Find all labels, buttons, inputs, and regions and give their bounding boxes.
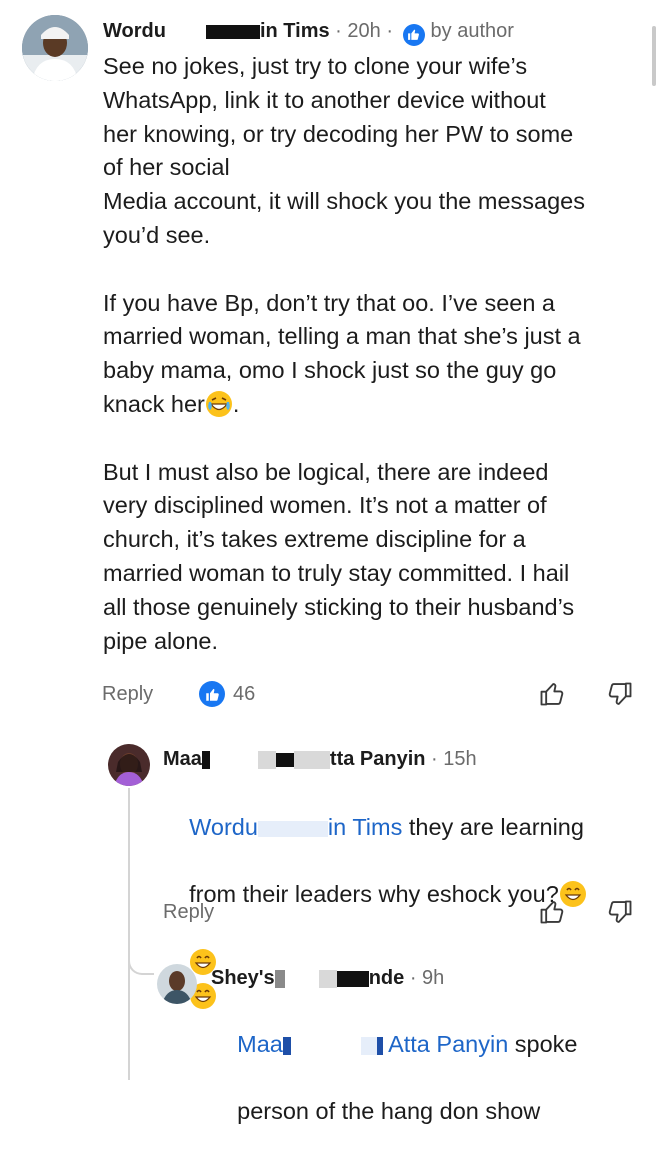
laughing-emoji-icon <box>205 390 232 417</box>
reply-comment: Maa tta Panyin · 15h Wordu in Tims they ar… <box>0 730 661 1009</box>
author-name[interactable]: Shey's <box>211 967 275 989</box>
comment-text-line <box>103 422 648 456</box>
author-name-end[interactable]: in Tims <box>260 20 330 42</box>
redaction <box>205 24 260 39</box>
comment-text-line: baby mama, omo I shock just so the guy g… <box>103 357 557 384</box>
comment-text-line: See no jokes, just try to clone your wif… <box>103 53 528 79</box>
mention-link[interactable]: Maa Atta Panyin <box>237 1031 508 1057</box>
avatar[interactable] <box>108 744 150 786</box>
author-name-end[interactable]: nde <box>369 967 405 989</box>
redaction <box>290 1034 361 1057</box>
comment-header: Wordu in Tims · 20h · by author <box>103 19 514 46</box>
comment-text-line: of her social <box>103 154 230 181</box>
comment-body: Maa Atta Panyin spoke person of the hang… <box>211 994 651 1163</box>
avatar[interactable] <box>22 15 88 81</box>
reply-button[interactable]: Reply <box>102 683 153 706</box>
timestamp: · 15h <box>431 748 477 770</box>
avatar-photo <box>157 964 197 1004</box>
comment-text-line: Media account, it will shock you the mes… <box>103 188 585 215</box>
comment-text-line: WhatsApp, link it to another device with… <box>103 86 546 113</box>
redaction <box>336 970 369 987</box>
like-badge-icon <box>402 23 425 46</box>
thumbs-down-icon[interactable] <box>606 898 634 926</box>
comment-text-line: knack her. <box>103 390 240 417</box>
comment-body: See no jokes, just try to clone your wif… <box>103 50 648 658</box>
comment-actions: Reply <box>0 898 661 930</box>
redaction <box>284 967 319 990</box>
comment-text-line: married woman to truly stay committed. I… <box>103 559 570 586</box>
redaction <box>274 969 285 988</box>
comment-text-line: church, it’s takes extreme discipline fo… <box>103 526 526 553</box>
comment-text-line: pipe alone. <box>103 627 218 654</box>
avatar-photo <box>108 744 150 786</box>
like-count-value: 46 <box>233 682 256 705</box>
timestamp: · 9h <box>409 967 445 989</box>
author-name-end[interactable]: tta Panyin <box>330 748 426 770</box>
comment-text-line: all those genuinely sticking to their hu… <box>103 593 575 620</box>
avatar[interactable] <box>157 964 197 1004</box>
comment-text: . <box>232 390 240 417</box>
comment-text-line: you’d see. <box>103 221 211 248</box>
mention-link[interactable]: Wordu in Tims <box>189 814 402 840</box>
redaction <box>165 20 206 43</box>
comment: Wordu in Tims · 20h · by author See no jo… <box>0 0 661 720</box>
avatar-photo <box>22 15 88 81</box>
comment-text-line: If you have Bp, don’t try that oo. I’ve … <box>103 289 555 316</box>
comment-actions: Reply 46 <box>0 680 661 712</box>
timestamp: · 20h · <box>335 20 393 42</box>
comment-text-line: married woman, telling a man that she’s … <box>103 323 581 350</box>
comment-text: spoke <box>514 1030 578 1057</box>
comment-text-line: But I must also be logical, there are in… <box>103 458 549 485</box>
comment-text: person of the hang don show <box>237 1098 541 1125</box>
thumbs-down-icon[interactable] <box>606 680 634 708</box>
thumbs-up-icon[interactable] <box>538 898 566 926</box>
comment-text-line: her knowing, or try decoding her PW to s… <box>103 120 574 147</box>
redaction <box>282 1036 291 1055</box>
redaction <box>257 820 328 837</box>
reaction-count[interactable]: 46 <box>199 681 255 707</box>
comment-text-line: very disciplined women. It’s not a matte… <box>103 492 547 519</box>
redaction <box>257 750 276 769</box>
redaction <box>209 748 258 771</box>
redaction <box>275 752 294 767</box>
redaction <box>293 750 330 769</box>
like-badge-icon <box>199 681 225 707</box>
author-name[interactable]: Maa <box>163 748 202 770</box>
thumbs-up-icon[interactable] <box>538 680 566 708</box>
redaction <box>318 969 337 988</box>
comment-text: they are learning <box>408 813 584 840</box>
reply-button[interactable]: Reply <box>163 901 214 924</box>
comment-header: Shey's nde · 9h <box>211 966 444 990</box>
reply-comment: Shey's nde · 9h Maa Atta Panyin spoke per… <box>0 950 661 1124</box>
redaction <box>360 1036 377 1055</box>
redaction <box>201 750 210 769</box>
by-author-label: by author <box>430 20 514 42</box>
redaction <box>376 1036 383 1055</box>
comment-header: Maa tta Panyin · 15h <box>163 747 477 771</box>
author-name[interactable]: Wordu <box>103 20 166 42</box>
comment-text-line <box>103 253 648 287</box>
